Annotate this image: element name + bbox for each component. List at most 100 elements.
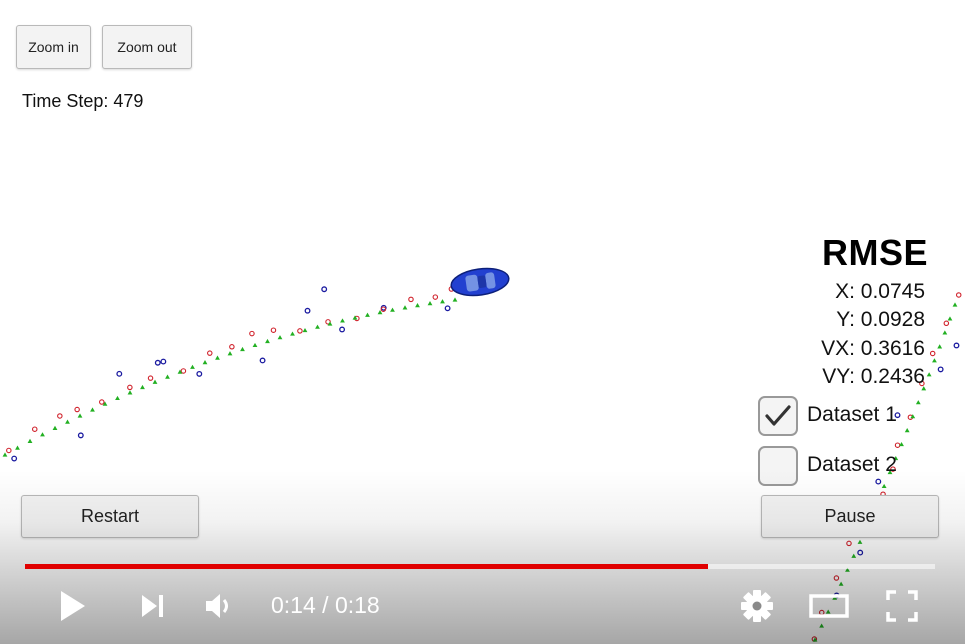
estimate-marker <box>277 335 283 340</box>
estimate-marker <box>904 428 910 433</box>
estimate-marker <box>15 445 20 450</box>
lidar-marker <box>127 384 133 391</box>
estimate-marker <box>40 432 45 437</box>
volume-button[interactable] <box>199 586 239 626</box>
rmse-x-value: X: 0.0745 <box>835 280 925 303</box>
dataset-2-checkbox[interactable] <box>758 446 798 486</box>
lidar-marker <box>207 350 213 356</box>
fullscreen-icon <box>886 590 918 622</box>
dataset-2-label: Dataset 2 <box>807 453 897 476</box>
estimate-marker <box>926 372 932 377</box>
estimate-marker <box>65 419 70 424</box>
dataset-1-checkbox[interactable] <box>758 396 798 436</box>
estimate-marker <box>152 379 158 384</box>
radar-marker <box>160 358 167 365</box>
estimate-marker <box>857 539 863 544</box>
estimate-marker <box>202 360 208 365</box>
lidar-marker <box>408 296 414 303</box>
radar-marker <box>77 432 84 439</box>
lidar-marker <box>929 350 936 357</box>
estimate-marker <box>290 331 295 336</box>
radar-marker <box>937 366 944 373</box>
lidar-marker <box>180 368 187 374</box>
estimate-marker <box>452 297 458 302</box>
zoom-out-button[interactable]: Zoom out <box>102 25 192 69</box>
lidar-marker <box>57 413 63 419</box>
estimate-marker <box>127 390 133 395</box>
estimate-marker <box>115 395 120 401</box>
estimate-marker <box>302 327 308 333</box>
fullscreen-button[interactable] <box>881 586 923 626</box>
estimate-marker <box>402 305 408 310</box>
settings-button[interactable] <box>737 586 777 626</box>
settings-icon <box>741 590 773 622</box>
estimate-marker <box>215 355 220 360</box>
zoom-in-button[interactable]: Zoom in <box>16 25 91 69</box>
rmse-vx-value: VX: 0.3616 <box>821 337 925 360</box>
radar-marker <box>857 549 864 556</box>
duration: 0:18 <box>334 592 380 618</box>
estimate-marker <box>952 302 958 307</box>
estimate-marker <box>227 351 233 356</box>
radar-marker <box>154 359 161 366</box>
radar-marker <box>875 478 882 485</box>
estimate-marker <box>947 316 953 321</box>
lidar-marker <box>147 375 154 381</box>
estimate-marker <box>915 400 921 405</box>
estimate-marker <box>340 318 345 323</box>
radar-marker <box>259 357 266 364</box>
estimate-marker <box>838 581 844 586</box>
rmse-title: RMSE <box>821 232 928 273</box>
estimate-marker <box>415 303 420 308</box>
lidar-marker <box>6 447 12 454</box>
estimate-marker <box>819 623 825 628</box>
estimate-marker <box>265 338 270 344</box>
radar-marker <box>304 307 311 314</box>
lidar-marker <box>229 344 235 350</box>
theater-mode-icon <box>809 594 849 618</box>
estimate-marker <box>365 312 370 317</box>
play-icon <box>61 591 85 621</box>
estimate-marker <box>2 452 8 457</box>
estimate-marker <box>942 330 948 335</box>
estimate-marker <box>851 553 857 558</box>
radar-marker <box>321 286 328 293</box>
estimate-marker <box>240 346 245 352</box>
volume-icon <box>206 594 228 618</box>
play-button[interactable] <box>52 584 92 628</box>
pause-button[interactable]: Pause <box>761 495 939 538</box>
lidar-marker <box>270 327 277 333</box>
checkmark-icon <box>765 405 791 426</box>
lidar-marker <box>31 426 38 432</box>
estimate-marker <box>90 407 95 412</box>
time-separator: / <box>315 592 335 618</box>
estimate-marker <box>190 364 195 369</box>
progress-bar[interactable] <box>25 564 935 569</box>
estimate-marker <box>881 483 887 489</box>
theater-mode-button[interactable] <box>806 588 852 624</box>
lidar-marker <box>955 292 962 298</box>
estimate-marker <box>932 358 937 363</box>
next-button[interactable] <box>134 588 172 624</box>
radar-marker <box>116 370 123 377</box>
estimate-marker <box>52 425 58 430</box>
radar-marker <box>339 326 346 333</box>
simulator-canvas <box>2 267 962 642</box>
estimate-marker <box>77 413 83 418</box>
rmse-y-value: Y: 0.0928 <box>836 308 925 331</box>
lidar-marker <box>74 406 80 413</box>
estimate-marker <box>390 307 395 312</box>
time-display: 0:14 / 0:18 <box>271 592 380 619</box>
estimate-marker <box>440 299 445 304</box>
radar-measurements <box>11 286 960 599</box>
progress-bar-played <box>25 564 708 569</box>
restart-button[interactable]: Restart <box>21 495 199 538</box>
lidar-marker <box>894 442 901 448</box>
estimate-marker <box>315 324 320 329</box>
radar-marker <box>444 305 451 312</box>
rmse-vy-value: VY: 0.2436 <box>822 365 925 388</box>
estimate-marker <box>427 301 433 306</box>
current-time: 0:14 <box>271 592 316 618</box>
radar-marker <box>11 455 18 462</box>
lidar-marker <box>99 399 105 405</box>
